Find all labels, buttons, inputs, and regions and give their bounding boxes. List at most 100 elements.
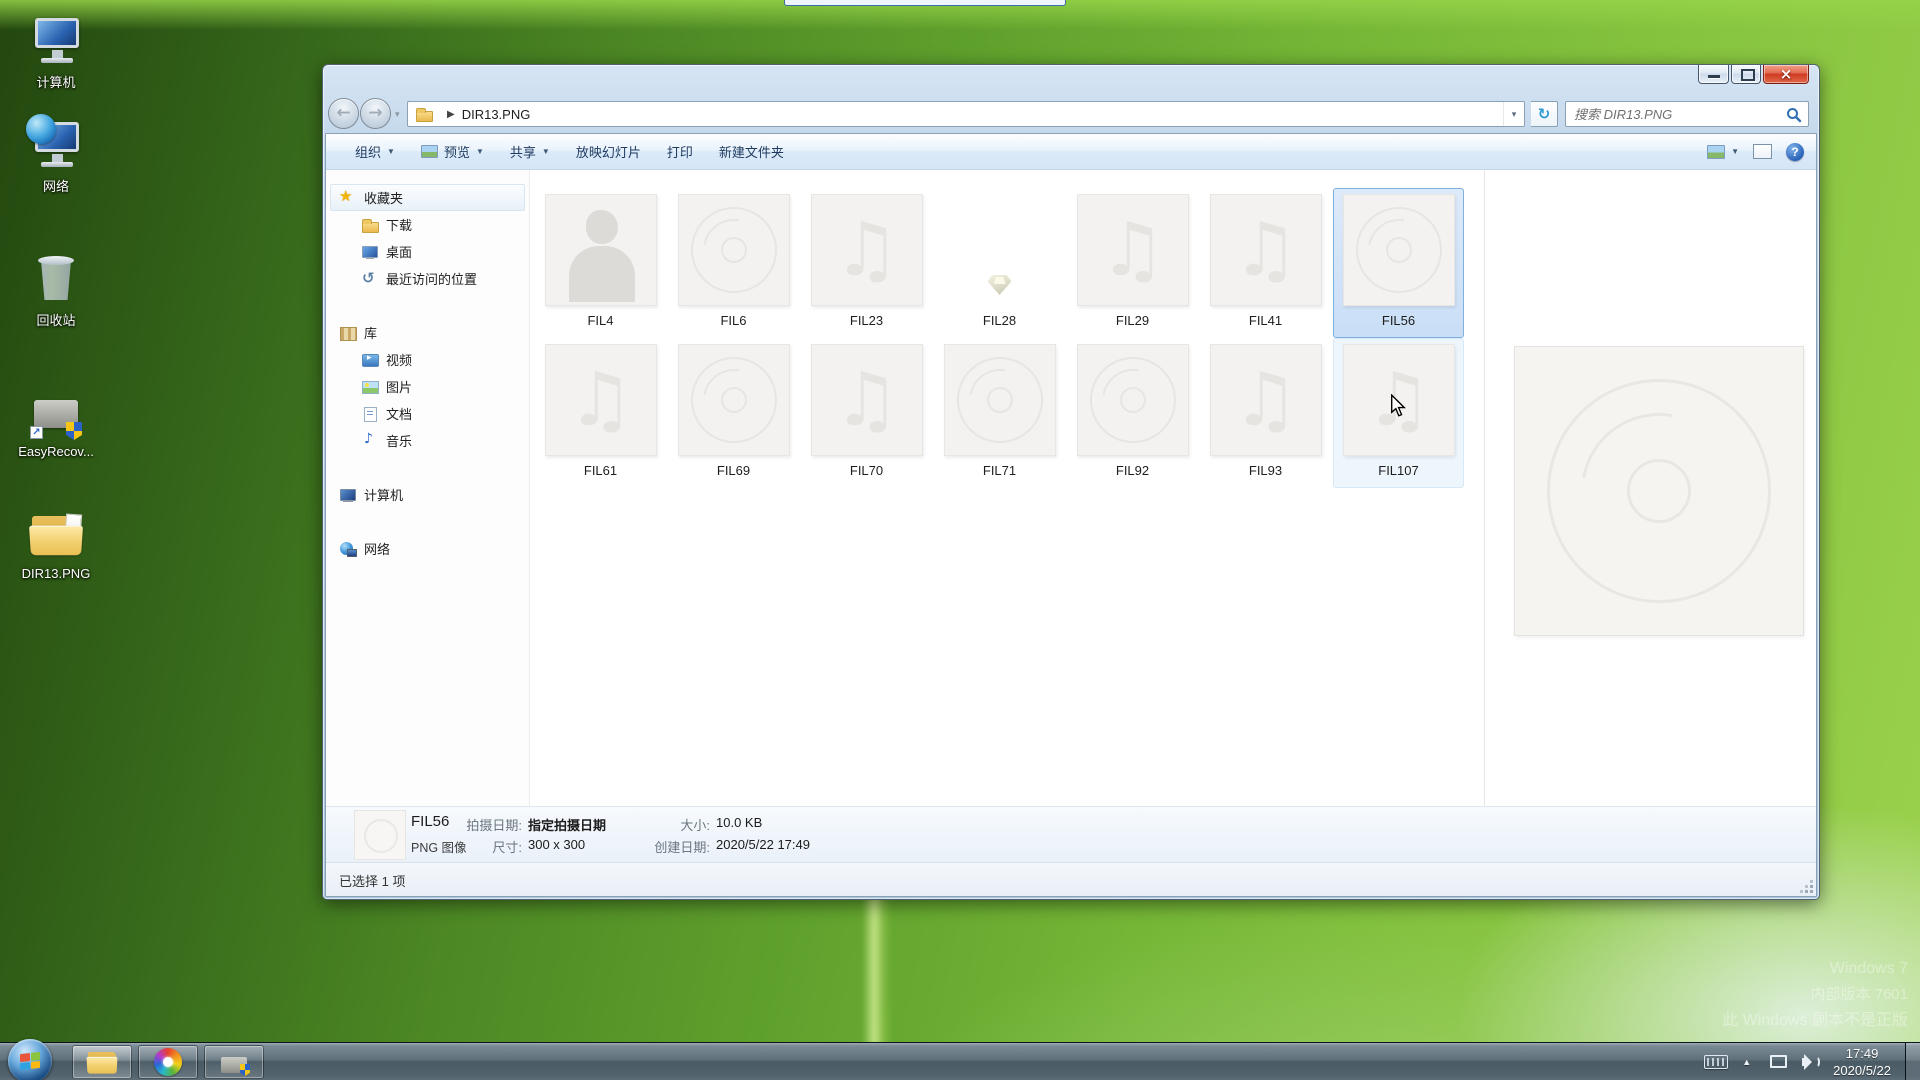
taskbar-app-button[interactable] <box>72 1045 132 1079</box>
file-thumbnail-glyph <box>1232 213 1298 287</box>
file-name-label: FIL29 <box>1116 313 1149 328</box>
toolbar-button-label: 预览 <box>444 142 470 161</box>
sidebar-item[interactable]: 图片 <box>330 373 525 400</box>
sidebar-item[interactable]: 文档 <box>330 400 525 427</box>
address-bar[interactable]: ▶ DIR13.PNG ▾ <box>407 101 1525 127</box>
file-thumbnail <box>944 194 1056 306</box>
refresh-button[interactable]: ↻ <box>1531 101 1558 127</box>
taskbar-app-button[interactable] <box>138 1045 198 1079</box>
sidebar-item-icon <box>361 433 379 449</box>
file-thumbnail-glyph <box>833 213 899 287</box>
hidden-window-edge[interactable] <box>784 0 1066 6</box>
preview-pane-toggle-button[interactable] <box>1753 144 1772 159</box>
file-tile[interactable]: FIL41 <box>1200 188 1331 338</box>
file-name-label: FIL70 <box>850 463 883 478</box>
breadcrumb[interactable]: DIR13.PNG <box>462 107 531 122</box>
sidebar-item[interactable]: 收藏夹 <box>330 184 525 211</box>
forward-button[interactable]: → <box>360 98 391 129</box>
sidebar-item-icon <box>339 487 357 503</box>
file-thumbnail-glyph <box>1090 357 1176 443</box>
toolbar-button[interactable]: 新建文件夹 ▼ <box>708 137 795 166</box>
sidebar-item[interactable]: 库 <box>330 319 525 346</box>
sidebar-item[interactable]: 音乐 <box>330 427 525 454</box>
clock[interactable]: 17:49 2020/5/22 <box>1833 1045 1891 1079</box>
file-tile[interactable]: FIL4 <box>535 188 666 338</box>
chevron-down-icon: ▼ <box>476 147 484 156</box>
sidebar-item[interactable]: 网络 <box>330 535 525 562</box>
file-thumbnail <box>1210 194 1322 306</box>
details-field-value[interactable]: 指定拍摄日期 <box>528 815 606 834</box>
sidebar-item-icon <box>339 325 357 341</box>
sidebar-item-icon <box>361 271 379 287</box>
status-bar: 已选择 1 项 <box>326 862 1816 896</box>
sidebar-item[interactable]: 视频 <box>330 346 525 373</box>
file-thumbnail <box>678 194 790 306</box>
sidebar-item[interactable]: 下载 <box>330 211 525 238</box>
file-tile[interactable]: FIL93 <box>1200 338 1331 488</box>
clock-date: 2020/5/22 <box>1833 1062 1891 1079</box>
sidebar-item-label: 音乐 <box>386 431 412 450</box>
file-tile[interactable]: FIL92 <box>1067 338 1198 488</box>
file-tile[interactable]: FIL56 <box>1333 188 1464 338</box>
file-tile[interactable]: FIL69 <box>668 338 799 488</box>
close-button[interactable] <box>1763 65 1809 84</box>
toolbar-button[interactable]: 放映幻灯片 ▼ <box>565 137 652 166</box>
desktop-icon[interactable]: DIR13.PNG <box>6 508 106 581</box>
volume-icon[interactable] <box>1801 1053 1821 1071</box>
help-button[interactable]: ? <box>1786 143 1804 161</box>
command-bar-right: ▼ ? <box>1707 143 1804 161</box>
address-dropdown-icon[interactable]: ▾ <box>1503 102 1524 126</box>
toolbar-button[interactable]: 打印 ▼ <box>656 137 704 166</box>
sidebar-item-label: 下载 <box>386 215 412 234</box>
desktop-icon[interactable]: EasyRecov... <box>6 386 106 459</box>
file-tile[interactable]: FIL6 <box>668 188 799 338</box>
search-input[interactable] <box>1572 104 1772 124</box>
history-dropdown-icon[interactable]: ▾ <box>395 109 400 120</box>
input-method-icon[interactable] <box>1704 1055 1728 1069</box>
file-name-label: FIL93 <box>1249 463 1282 478</box>
file-thumbnail-glyph <box>1099 213 1165 287</box>
toolbar-button[interactable]: 组织 ▼ <box>344 137 406 166</box>
toolbar-button[interactable]: 预览 ▼ <box>410 137 495 166</box>
file-tile[interactable]: FIL29 <box>1067 188 1198 338</box>
search-box <box>1565 101 1809 127</box>
file-name-label: FIL69 <box>717 463 750 478</box>
start-button[interactable] <box>8 1039 52 1080</box>
file-tile[interactable]: FIL71 <box>934 338 1065 488</box>
show-desktop-button[interactable] <box>1905 1043 1920 1080</box>
chevron-down-icon: ▼ <box>387 147 395 156</box>
details-field-label: 拍摄日期: <box>426 815 522 834</box>
desktop-icon[interactable]: 计算机 <box>6 14 106 91</box>
show-hidden-icons-button[interactable]: ▲ <box>1742 1057 1751 1067</box>
chevron-down-icon: ▼ <box>542 147 550 156</box>
file-tile[interactable]: FIL61 <box>535 338 666 488</box>
change-view-button[interactable]: ▼ <box>1707 145 1739 159</box>
explorer-window: ← → ▾ ▶ DIR13.PNG ▾ ↻ <box>322 64 1820 900</box>
toolbar-button[interactable]: 共享 ▼ <box>499 137 561 166</box>
network-tray-icon[interactable] <box>1767 1053 1787 1071</box>
maximize-button[interactable] <box>1731 65 1761 84</box>
file-tile[interactable]: FIL70 <box>801 338 932 488</box>
toolbar-button-label: 共享 <box>510 142 536 161</box>
details-field-value: 2020/5/22 17:49 <box>716 837 810 852</box>
file-thumbnail-glyph <box>988 275 1012 295</box>
sidebar-item-icon <box>339 541 357 557</box>
file-tile[interactable]: FIL23 <box>801 188 932 338</box>
file-thumbnail-glyph <box>551 200 651 300</box>
sidebar-item[interactable]: 桌面 <box>330 238 525 265</box>
desktop-icon[interactable]: 回收站 <box>6 252 106 329</box>
minimize-button[interactable] <box>1698 65 1729 84</box>
resize-grip[interactable] <box>1800 880 1813 893</box>
desktop-icon-glyph <box>29 14 83 68</box>
sidebar-item[interactable]: 最近访问的位置 <box>330 265 525 292</box>
file-thumbnail <box>545 344 657 456</box>
desktop-icon-glyph <box>29 252 83 306</box>
toolbar-button-label: 新建文件夹 <box>719 142 784 161</box>
taskbar-app-icon <box>152 1048 184 1076</box>
back-button[interactable]: ← <box>328 98 359 129</box>
taskbar-app-button[interactable] <box>204 1045 264 1079</box>
sidebar-item-icon <box>339 190 357 206</box>
desktop-icon[interactable]: 网络 <box>6 118 106 195</box>
file-tile[interactable]: FIL28 <box>934 188 1065 338</box>
sidebar-item[interactable]: 计算机 <box>330 481 525 508</box>
